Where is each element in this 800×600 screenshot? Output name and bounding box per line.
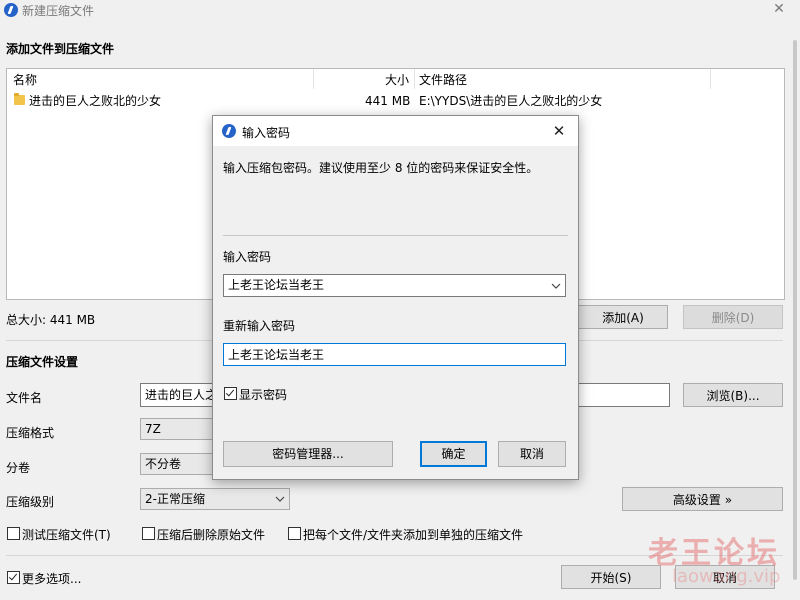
delete-button[interactable]: 删除(D) <box>683 305 783 329</box>
divider <box>223 235 568 236</box>
settings-section-heading: 压缩文件设置 <box>6 355 79 369</box>
column-header-size[interactable]: 大小 <box>385 71 409 89</box>
filename-label: 文件名 <box>6 391 43 405</box>
level-label: 压缩级别 <box>6 495 55 509</box>
delete-after-checkbox[interactable] <box>142 527 155 540</box>
password-dialog: 输入密码 ✕ 输入压缩包密码。建议使用至少 8 位的密码来保证安全性。 输入密码… <box>212 115 579 480</box>
file-row-path: E:\YYDS\进击的巨人之败北的少女 <box>419 94 603 108</box>
app-logo-icon <box>4 3 18 17</box>
delete-after-label[interactable]: 压缩后删除原始文件 <box>157 526 265 543</box>
password-input[interactable]: 上老王论坛当老王 <box>223 274 566 297</box>
level-select[interactable]: 2-正常压缩 <box>140 488 290 510</box>
show-password-label[interactable]: 显示密码 <box>239 386 287 403</box>
test-archive-checkbox[interactable] <box>7 527 20 540</box>
chevron-down-icon[interactable] <box>550 280 562 292</box>
column-header-name[interactable]: 名称 <box>13 71 37 89</box>
add-button[interactable]: 添加(A) <box>578 305 668 329</box>
advanced-settings-button[interactable]: 高级设置 » <box>622 487 783 511</box>
level-select-value: 2-正常压缩 <box>145 492 205 506</box>
more-options-label[interactable]: 更多选项... <box>22 570 81 587</box>
total-size-label: 总大小: 441 MB <box>6 313 96 327</box>
separate-archive-checkbox[interactable] <box>288 527 301 540</box>
app-logo-icon <box>222 124 236 138</box>
scrollbar-thumb[interactable] <box>793 40 797 580</box>
format-label: 压缩格式 <box>6 426 55 440</box>
password-value: 上老王论坛当老王 <box>228 278 325 292</box>
dialog-cancel-button[interactable]: 取消 <box>498 441 566 467</box>
dialog-close-button[interactable]: ✕ <box>548 121 570 141</box>
start-button[interactable]: 开始(S) <box>561 565 661 589</box>
column-divider[interactable] <box>313 69 314 89</box>
separate-archive-label[interactable]: 把每个文件/文件夹添加到单独的压缩文件 <box>303 526 523 543</box>
test-archive-label[interactable]: 测试压缩文件(T) <box>22 526 111 543</box>
show-password-checkbox[interactable] <box>224 387 237 400</box>
reenter-password-input[interactable]: 上老王论坛当老王 <box>223 343 566 366</box>
window-title: 新建压缩文件 <box>22 4 95 18</box>
more-options-checkbox[interactable] <box>7 571 20 584</box>
column-header-path[interactable]: 文件路径 <box>419 71 467 89</box>
files-section-heading: 添加文件到压缩文件 <box>6 42 115 56</box>
file-row-name[interactable]: 进击的巨人之败北的少女 <box>29 93 161 109</box>
column-divider[interactable] <box>414 69 415 89</box>
dialog-description: 输入压缩包密码。建议使用至少 8 位的密码来保证安全性。 <box>223 161 539 175</box>
folder-icon <box>14 93 25 105</box>
browse-button[interactable]: 浏览(B)... <box>683 383 783 407</box>
file-row-size: 441 MB <box>365 94 411 108</box>
dialog-title: 输入密码 <box>242 126 291 140</box>
watermark-url: laowang.vip <box>672 566 781 587</box>
chevron-down-icon[interactable] <box>274 493 286 505</box>
split-label: 分卷 <box>6 461 31 475</box>
title-bar: 新建压缩文件 ✕ <box>0 0 800 20</box>
dialog-title-bar: 输入密码 ✕ <box>213 116 578 146</box>
column-divider[interactable] <box>710 69 711 89</box>
ok-button[interactable]: 确定 <box>420 441 487 467</box>
password-label: 输入密码 <box>223 250 272 264</box>
reenter-password-label: 重新输入密码 <box>223 319 296 333</box>
password-manager-button[interactable]: 密码管理器... <box>223 441 393 467</box>
window-close-button[interactable]: ✕ <box>768 0 790 20</box>
